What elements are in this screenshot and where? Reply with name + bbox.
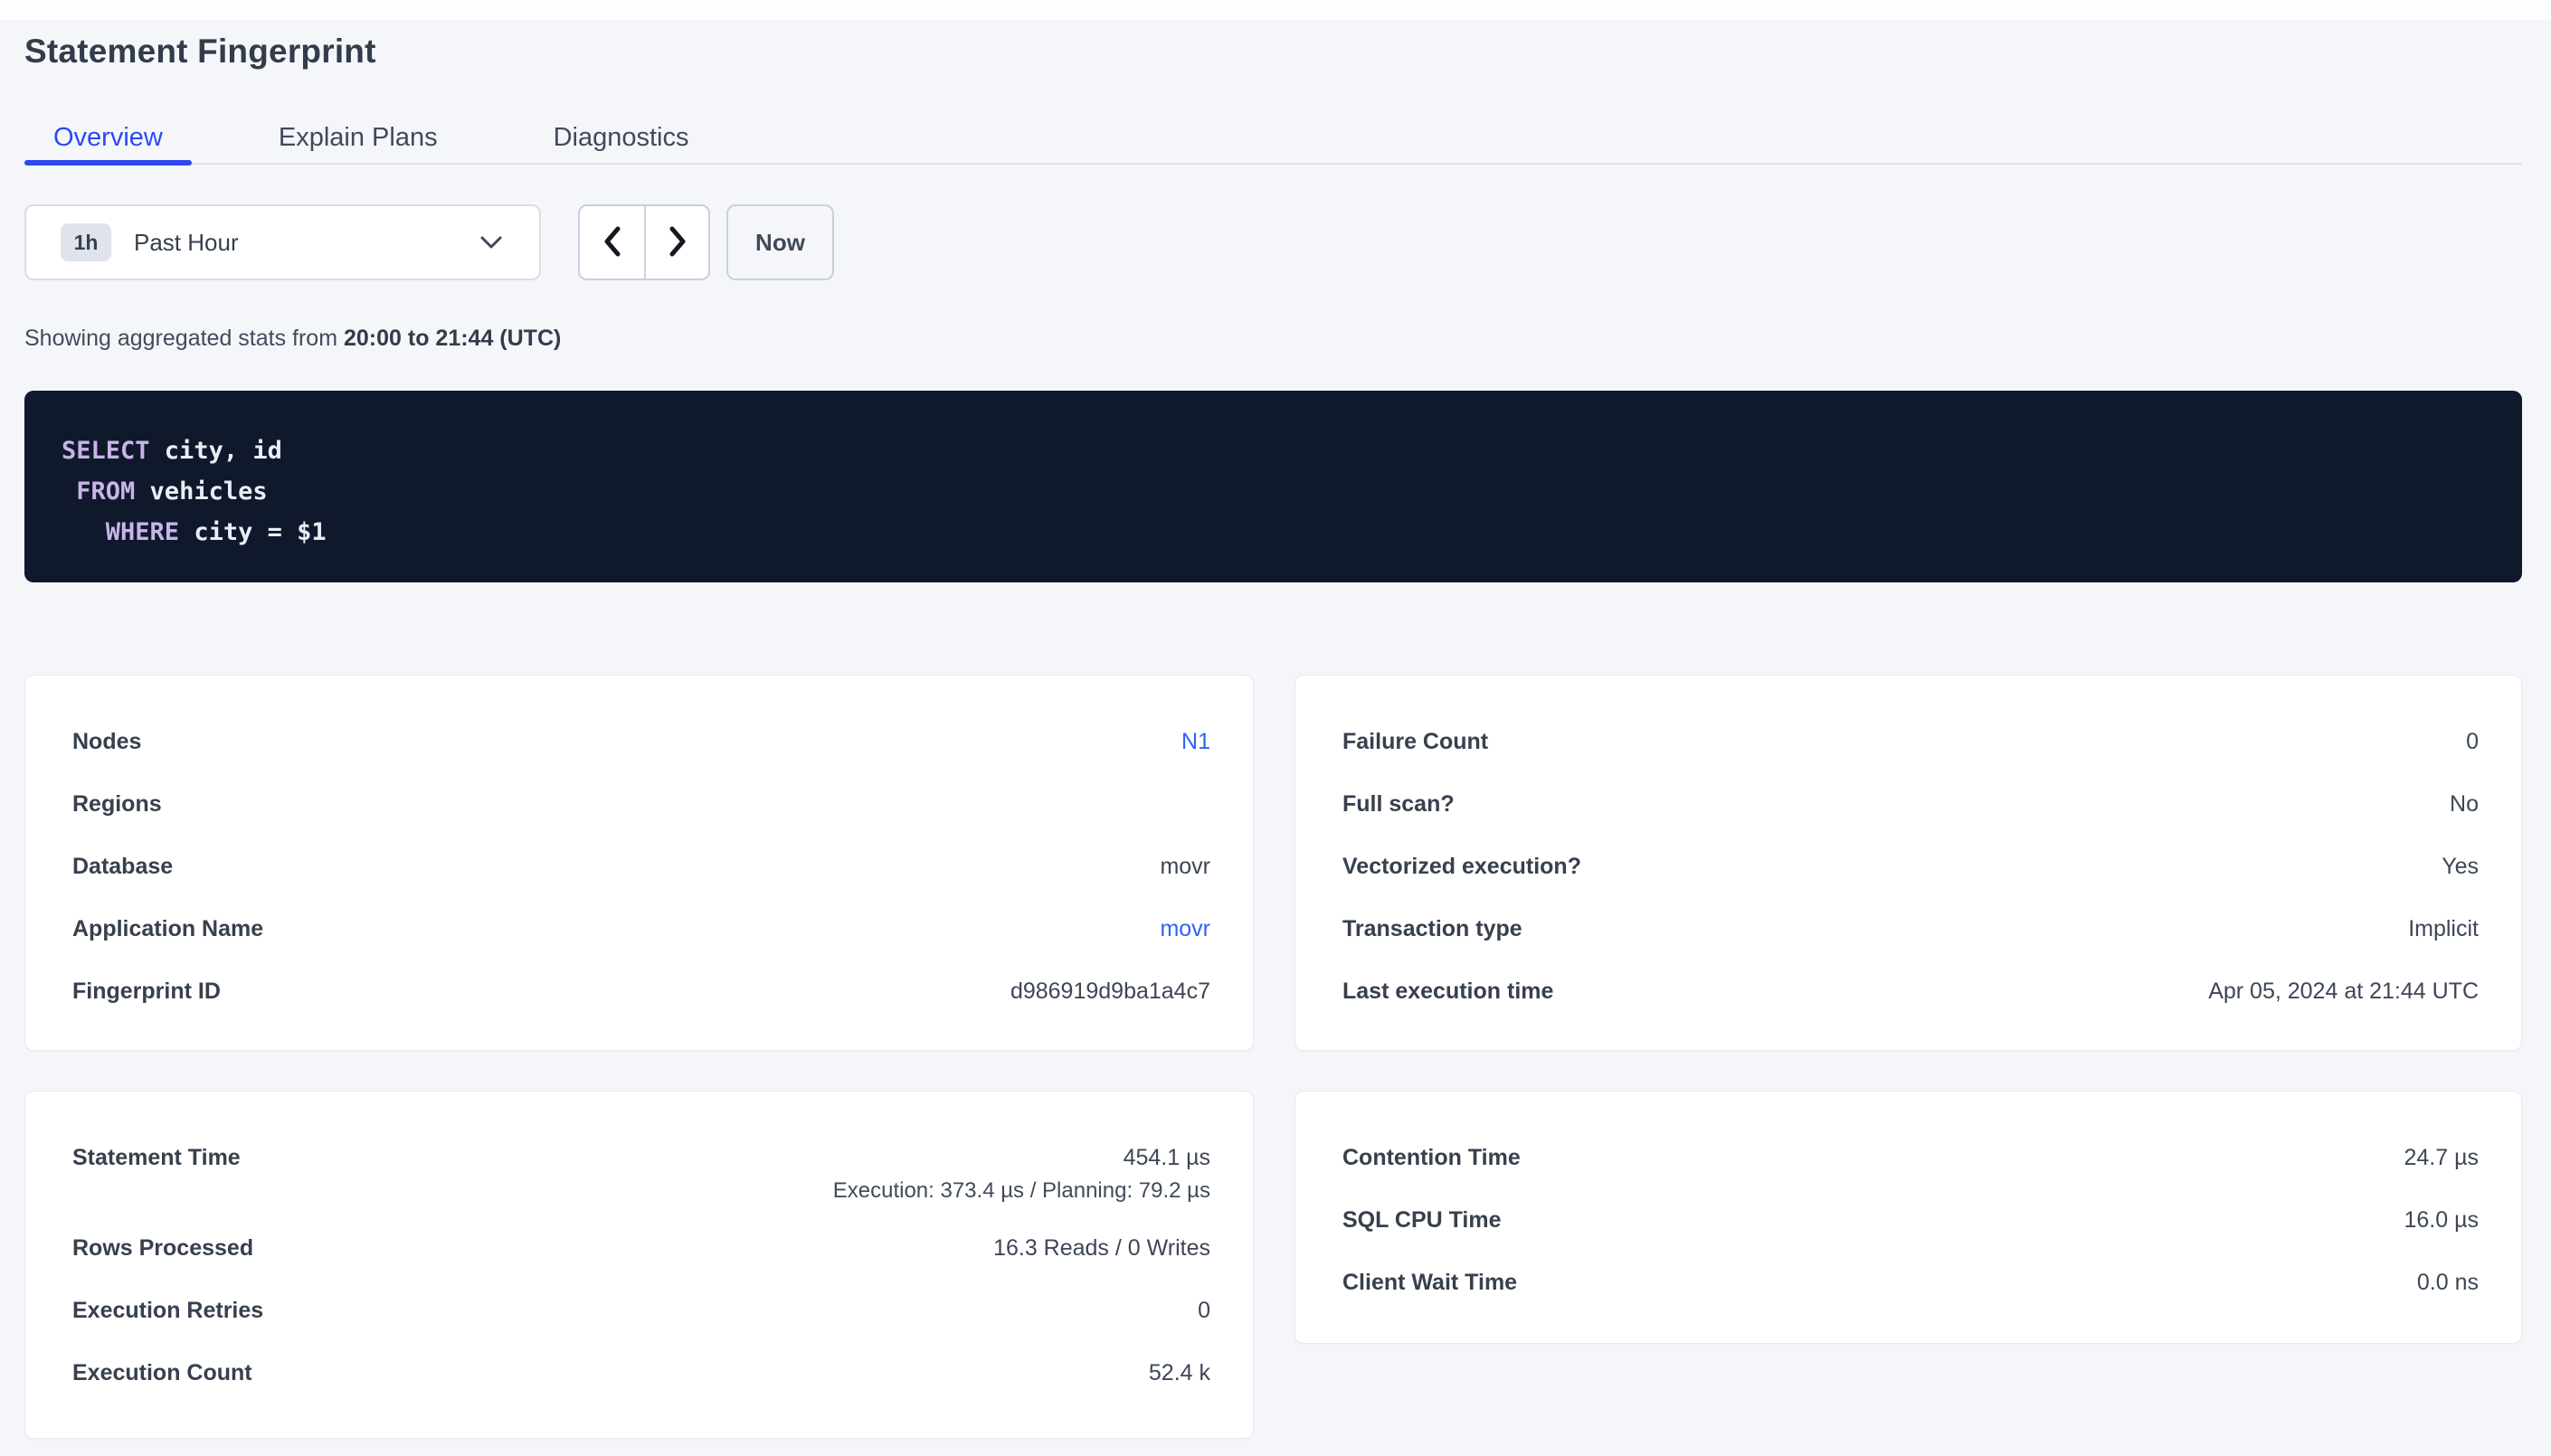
stats-caption-range: 20:00 to 21:44 (UTC)	[344, 326, 561, 351]
metric-row-statement-time: Statement Time 454.1 µs Execution: 373.4…	[72, 1144, 1210, 1204]
execution-count-label: Execution Count	[72, 1359, 252, 1386]
tab-diagnostics-label: Diagnostics	[554, 123, 689, 153]
sql-statement-box: SELECT city, id FROM vehicles WHERE city…	[24, 391, 2522, 582]
fingerprint-id-value: d986919d9ba1a4c7	[1010, 978, 1210, 1005]
detail-row-regions: Regions	[72, 790, 1210, 818]
tab-overview[interactable]: Overview	[24, 112, 192, 163]
database-label: Database	[72, 853, 173, 880]
wait-time-metrics-card: Contention Time 24.7 µs SQL CPU Time 16.…	[1294, 1091, 2522, 1344]
detail-row-nodes: Nodes N1	[72, 728, 1210, 755]
chevron-down-icon	[479, 235, 503, 250]
active-tab-underline	[24, 160, 192, 165]
detail-row-database: Database movr	[72, 853, 1210, 880]
fingerprint-id-label: Fingerprint ID	[72, 978, 221, 1005]
sql-text: city = $1	[179, 518, 327, 546]
transaction-type-value: Implicit	[2408, 915, 2479, 942]
time-range-dropdown[interactable]: 1h Past Hour	[24, 204, 541, 280]
sql-line: WHERE city = $1	[62, 512, 2486, 553]
tab-explain-plans-label: Explain Plans	[279, 123, 438, 153]
metric-row-execution-retries: Execution Retries 0	[72, 1297, 1210, 1324]
stats-caption: Showing aggregated stats from 20:00 to 2…	[24, 324, 2522, 353]
statement-fingerprint-page: Statement Fingerprint Overview Explain P…	[0, 31, 2551, 1439]
failure-count-value: 0	[2466, 728, 2479, 755]
client-wait-time-label: Client Wait Time	[1342, 1269, 1517, 1296]
execution-retries-value: 0	[1198, 1297, 1210, 1324]
statement-time-breakdown: Execution: 373.4 µs / Planning: 79.2 µs	[833, 1178, 1210, 1204]
detail-row-application-name: Application Name movr	[72, 915, 1210, 942]
chevron-right-icon	[667, 225, 688, 260]
tab-explain-plans[interactable]: Explain Plans	[250, 112, 467, 163]
time-nav-group	[578, 204, 710, 280]
sql-line: FROM vehicles	[62, 471, 2486, 512]
metric-row-contention-time: Contention Time 24.7 µs	[1342, 1144, 2479, 1171]
page-title: Statement Fingerprint	[24, 31, 2522, 72]
nodes-label: Nodes	[72, 728, 141, 755]
sql-cpu-time-label: SQL CPU Time	[1342, 1206, 1502, 1234]
prev-interval-button[interactable]	[580, 206, 644, 279]
interval-badge: 1h	[61, 223, 111, 261]
detail-row-transaction-type: Transaction type Implicit	[1342, 915, 2479, 942]
vectorized-value: Yes	[2442, 853, 2479, 880]
vectorized-label: Vectorized execution?	[1342, 853, 1581, 880]
detail-row-full-scan: Full scan? No	[1342, 790, 2479, 818]
transaction-type-label: Transaction type	[1342, 915, 1522, 942]
metric-row-rows-processed: Rows Processed 16.3 Reads / 0 Writes	[72, 1234, 1210, 1262]
next-interval-button[interactable]	[644, 206, 708, 279]
tab-diagnostics[interactable]: Diagnostics	[525, 112, 718, 163]
detail-row-failure-count: Failure Count 0	[1342, 728, 2479, 755]
statement-time-label: Statement Time	[72, 1144, 241, 1171]
rows-processed-label: Rows Processed	[72, 1234, 253, 1262]
sql-indent	[62, 518, 106, 546]
detail-row-last-execution-time: Last execution time Apr 05, 2024 at 21:4…	[1342, 978, 2479, 1005]
tab-overview-label: Overview	[53, 123, 163, 153]
metric-row-execution-count: Execution Count 52.4 k	[72, 1359, 1210, 1386]
regions-label: Regions	[72, 790, 162, 818]
execution-retries-label: Execution Retries	[72, 1297, 263, 1324]
failure-count-label: Failure Count	[1342, 728, 1488, 755]
sql-text: vehicles	[135, 477, 267, 506]
detail-row-vectorized: Vectorized execution? Yes	[1342, 853, 2479, 880]
chevron-left-icon	[602, 225, 623, 260]
time-controls: 1h Past Hour Now	[24, 204, 2522, 280]
full-scan-value: No	[2450, 790, 2479, 818]
now-button[interactable]: Now	[726, 204, 834, 280]
stats-caption-prefix: Showing aggregated stats from	[24, 326, 344, 351]
time-range-label: Past Hour	[134, 229, 239, 257]
sql-keyword: WHERE	[106, 518, 179, 546]
application-name-link[interactable]: movr	[1160, 915, 1210, 942]
sql-indent	[62, 477, 76, 506]
page-top-strip	[0, 0, 2551, 20]
detail-row-fingerprint-id: Fingerprint ID d986919d9ba1a4c7	[72, 978, 1210, 1005]
sql-keyword: SELECT	[62, 437, 150, 465]
statement-time-value: 454.1 µs Execution: 373.4 µs / Planning:…	[833, 1144, 1210, 1204]
metric-row-sql-cpu-time: SQL CPU Time 16.0 µs	[1342, 1206, 2479, 1234]
sql-keyword: FROM	[76, 477, 135, 506]
statement-time-total: 454.1 µs	[1124, 1145, 1210, 1170]
database-value: movr	[1160, 853, 1210, 880]
application-name-label: Application Name	[72, 915, 263, 942]
execution-attributes-card: Failure Count 0 Full scan? No Vectorized…	[1294, 675, 2522, 1051]
metrics-cards-row: Statement Time 454.1 µs Execution: 373.4…	[24, 1091, 2522, 1439]
contention-time-value: 24.7 µs	[2404, 1144, 2479, 1171]
statement-details-card: Nodes N1 Regions Database movr Applicati…	[24, 675, 1254, 1051]
last-execution-time-label: Last execution time	[1342, 978, 1553, 1005]
nodes-link[interactable]: N1	[1181, 728, 1210, 755]
statement-metrics-card: Statement Time 454.1 µs Execution: 373.4…	[24, 1091, 1254, 1439]
sql-line: SELECT city, id	[62, 430, 2486, 471]
sql-cpu-time-value: 16.0 µs	[2404, 1206, 2479, 1234]
last-execution-time-value: Apr 05, 2024 at 21:44 UTC	[2208, 978, 2479, 1005]
full-scan-label: Full scan?	[1342, 790, 1455, 818]
client-wait-time-value: 0.0 ns	[2417, 1269, 2479, 1296]
details-cards-row: Nodes N1 Regions Database movr Applicati…	[24, 675, 2522, 1051]
execution-count-value: 52.4 k	[1149, 1359, 1210, 1386]
tab-bar: Overview Explain Plans Diagnostics	[24, 112, 2522, 165]
sql-text: city, id	[150, 437, 282, 465]
contention-time-label: Contention Time	[1342, 1144, 1521, 1171]
rows-processed-value: 16.3 Reads / 0 Writes	[993, 1234, 1210, 1262]
metric-row-client-wait-time: Client Wait Time 0.0 ns	[1342, 1269, 2479, 1296]
